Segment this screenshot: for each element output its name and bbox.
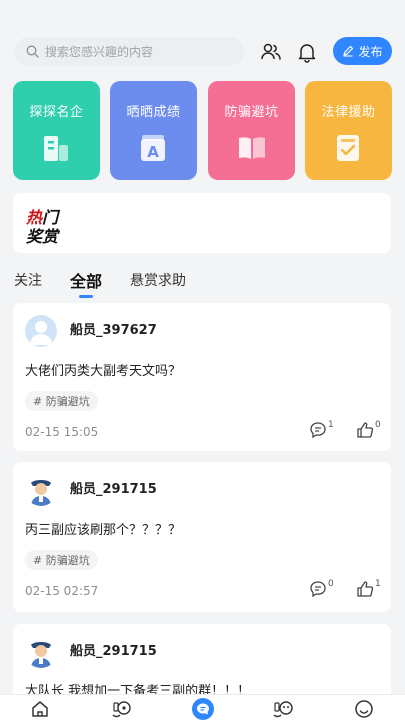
category-label: 防骗避坑: [224, 105, 279, 120]
active-tab-indicator: [79, 295, 93, 298]
bottom-nav: [0, 694, 405, 720]
username[interactable]: 船员_291715: [70, 478, 157, 497]
post-card[interactable]: 船员_397627 大佬们丙类大副考天文吗？ # 防骗避坑 02-15 15:0…: [13, 303, 391, 451]
grade-a-icon: A: [141, 135, 165, 161]
category-label: 晒晒成绩: [126, 105, 181, 120]
nav-ship[interactable]: [111, 698, 133, 720]
comment-count-value: 1: [328, 420, 334, 430]
ship-wheel-icon: [112, 701, 131, 718]
publish-button[interactable]: 发布: [333, 37, 392, 65]
svg-text:A: A: [147, 143, 159, 161]
default-avatar-icon: [30, 321, 52, 345]
tab-follow[interactable]: 关注: [14, 270, 42, 290]
chat-icon: [197, 703, 209, 715]
like-count[interactable]: 1: [356, 580, 381, 598]
publish-label: 发布: [358, 44, 383, 59]
nav-crew[interactable]: [272, 698, 294, 720]
banner-line2: 奖赏: [26, 227, 59, 246]
hot-reward-banner[interactable]: 热门 奖赏: [13, 193, 391, 253]
nav-profile[interactable]: [353, 698, 375, 720]
tab-all[interactable]: 全部: [70, 268, 102, 292]
nav-community[interactable]: [192, 698, 214, 720]
bell-icon[interactable]: [296, 41, 318, 63]
top-bar: 搜索您感兴趣的内容 发布: [0, 0, 405, 75]
smiley-profile-icon: [355, 700, 373, 718]
thumbs-up-icon: [357, 581, 374, 597]
post-time: 02-15 15:05: [25, 425, 99, 439]
thumbs-up-icon: [357, 422, 374, 438]
post-tag[interactable]: # 防骗避坑: [25, 550, 98, 570]
book-icon: [239, 137, 265, 159]
edit-icon: [343, 45, 354, 57]
comment-icon: [310, 422, 326, 439]
sailor-avatar-icon: [31, 480, 51, 506]
tab-bounty-help[interactable]: 悬赏求助: [130, 270, 186, 290]
avatar[interactable]: [25, 315, 57, 347]
username[interactable]: 船员_397627: [70, 319, 157, 338]
category-tile-legal-aid[interactable]: 法律援助: [305, 81, 392, 180]
category-label: 法律援助: [321, 105, 376, 120]
comment-icon: [310, 581, 326, 598]
post-card[interactable]: 船员_291715 丙三副应该刷那个？？？？ # 防骗避坑 02-15 02:5…: [13, 462, 391, 612]
sailor-avatar-icon: [31, 642, 51, 668]
category-tile-companies[interactable]: 探探名企: [13, 81, 100, 180]
feed-tabs: 关注 全部 悬赏求助: [0, 262, 405, 298]
like-count[interactable]: 0: [356, 421, 381, 439]
building-icon: [44, 136, 68, 161]
category-tile-fraud-prevention[interactable]: 防骗避坑: [208, 81, 295, 180]
search-input[interactable]: 搜索您感兴趣的内容: [14, 37, 244, 66]
post-tag[interactable]: # 防骗避坑: [25, 391, 98, 411]
avatar[interactable]: [25, 474, 57, 506]
comment-count[interactable]: 0: [309, 580, 334, 598]
comment-count[interactable]: 1: [309, 421, 334, 439]
nav-home[interactable]: [29, 698, 51, 720]
post-content: 大佬们丙类大副考天文吗？: [25, 364, 182, 379]
user-group-icon[interactable]: [260, 41, 282, 63]
like-count-value: 0: [375, 420, 381, 430]
home-icon: [32, 701, 48, 717]
comment-count-value: 0: [328, 579, 334, 589]
search-icon: [26, 45, 39, 58]
post-content: 丙三副应该刷那个？？？？: [25, 523, 182, 538]
post-time: 02-15 02:57: [25, 584, 99, 598]
crew-icon: [273, 701, 293, 718]
like-count-value: 1: [375, 579, 381, 589]
category-tile-results[interactable]: 晒晒成绩 A: [110, 81, 197, 180]
avatar[interactable]: [25, 636, 57, 668]
document-check-icon: [337, 135, 359, 161]
username[interactable]: 船员_291715: [70, 640, 157, 659]
category-label: 探探名企: [29, 105, 84, 120]
search-placeholder: 搜索您感兴趣的内容: [45, 45, 154, 59]
